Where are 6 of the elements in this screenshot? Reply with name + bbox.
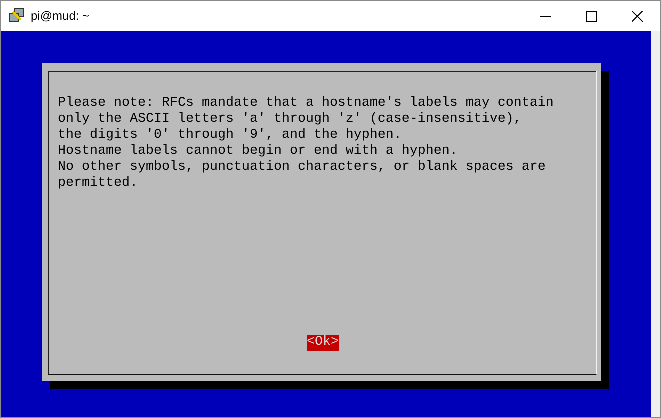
ok-button[interactable]: <Ok>: [307, 335, 339, 351]
window-title: pi@mud: ~: [31, 9, 91, 23]
computers-icon: [9, 8, 25, 24]
dialog-message: Please note: RFCs mandate that a hostname's labels may contain only the ASCII letters 'a' through 'z' (case-insensitive), the digits '0' through '9', and the hyphen. Hostname labels cannot begin or end with a hyphen. No other symbols, punctuation characters, or blank spaces are permitted.: [58, 96, 555, 192]
close-icon[interactable]: [632, 10, 642, 22]
maximize-icon[interactable]: [586, 10, 596, 22]
